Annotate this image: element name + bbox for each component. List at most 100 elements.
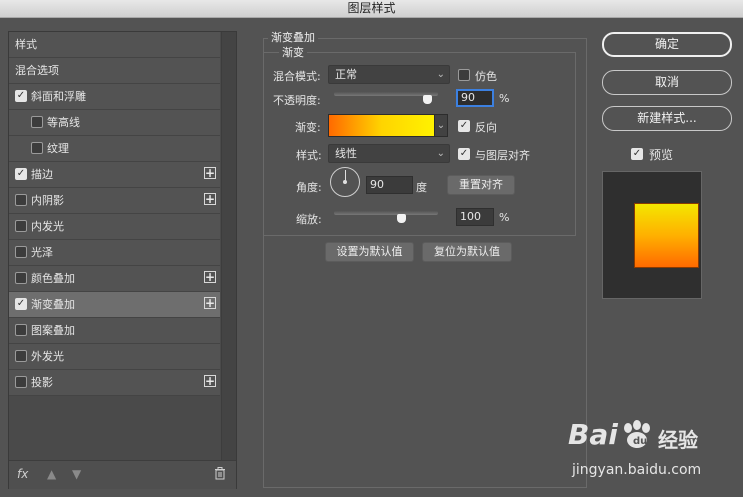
style-item-checkbox[interactable] xyxy=(15,246,27,258)
section-title: 渐变叠加 xyxy=(268,29,318,45)
style-list-item[interactable]: ✓ 斜面和浮雕 xyxy=(9,84,220,110)
style-list-item[interactable]: 内发光 xyxy=(9,214,220,240)
style-list-item[interactable]: 外发光 xyxy=(9,344,220,370)
reset-to-default-button[interactable]: 复位为默认值 xyxy=(422,242,512,262)
scale-slider[interactable] xyxy=(334,211,438,215)
style-item-checkbox[interactable] xyxy=(15,324,27,336)
scale-slider-thumb[interactable] xyxy=(396,214,406,223)
reverse-label: 反向 xyxy=(475,121,497,134)
angle-unit: 度 xyxy=(416,181,427,194)
opacity-slider-thumb[interactable] xyxy=(423,95,433,104)
style-list-item[interactable]: 颜色叠加 + xyxy=(9,266,220,292)
add-effect-icon[interactable]: + xyxy=(204,271,216,283)
preview-checkbox[interactable]: ✓ xyxy=(631,148,643,160)
watermark-brand: Bai xyxy=(568,418,618,451)
arrow-down-icon[interactable]: ▼ xyxy=(72,467,81,481)
style-item-label: 内发光 xyxy=(31,220,64,233)
style-preview xyxy=(602,171,702,299)
angle-input[interactable]: 90 xyxy=(366,176,413,194)
make-default-button[interactable]: 设置为默认值 xyxy=(325,242,414,262)
style-item-checkbox[interactable] xyxy=(15,376,27,388)
style-list-item[interactable]: 纹理 xyxy=(9,136,220,162)
style-label: 样式: xyxy=(296,149,322,162)
style-list-header-label: 混合选项 xyxy=(15,64,59,77)
gradient-picker[interactable]: ⌄ xyxy=(328,114,448,137)
style-list-item[interactable]: 混合选项 xyxy=(9,58,220,84)
reverse-checkbox[interactable]: ✓ xyxy=(458,120,470,132)
style-list-panel: 样式混合选项 ✓ 斜面和浮雕等高线纹理 ✓ 描边 + 内阴影 + 内发光光泽颜色叠加 + ✓ 渐变叠加… xyxy=(8,31,237,489)
align-with-layer-checkbox[interactable]: ✓ xyxy=(458,148,470,160)
style-item-label: 外发光 xyxy=(31,350,64,363)
style-list-item[interactable]: 内阴影 + xyxy=(9,188,220,214)
style-item-label: 纹理 xyxy=(47,142,69,155)
style-item-label: 渐变叠加 xyxy=(31,298,75,311)
svg-text:du: du xyxy=(633,436,647,447)
style-list-item[interactable]: 光泽 xyxy=(9,240,220,266)
style-item-label: 投影 xyxy=(31,376,53,389)
arrow-up-icon[interactable]: ▲ xyxy=(47,467,56,481)
gradient-style-value: 线性 xyxy=(335,147,357,160)
style-item-checkbox[interactable] xyxy=(15,272,27,284)
opacity-input[interactable]: 90 xyxy=(456,89,494,107)
window-title: 图层样式 xyxy=(347,1,396,15)
add-effect-icon[interactable]: + xyxy=(204,375,216,387)
fx-button[interactable]: fx xyxy=(17,467,28,481)
style-item-label: 光泽 xyxy=(31,246,53,259)
dither-checkbox[interactable] xyxy=(458,69,470,81)
blend-mode-select[interactable]: 正常 ⌄ xyxy=(328,65,450,84)
style-list-item[interactable]: 投影 + xyxy=(9,370,220,396)
add-effect-icon[interactable]: + xyxy=(204,167,216,179)
chevron-down-icon: ⌄ xyxy=(436,148,445,159)
gradient-style-select[interactable]: 线性 ⌄ xyxy=(328,144,450,163)
add-effect-icon[interactable]: + xyxy=(204,193,216,205)
new-style-button[interactable]: 新建样式... xyxy=(602,106,732,131)
style-item-label: 等高线 xyxy=(47,116,80,129)
style-item-checkbox[interactable]: ✓ xyxy=(15,90,27,102)
style-item-checkbox[interactable] xyxy=(15,220,27,232)
opacity-label: 不透明度: xyxy=(273,94,321,107)
scale-label: 缩放: xyxy=(296,213,322,226)
style-item-label: 图案叠加 xyxy=(31,324,75,337)
style-list-item[interactable]: ✓ 渐变叠加 + xyxy=(9,292,220,318)
style-list-item[interactable]: 图案叠加 xyxy=(9,318,220,344)
blend-mode-label: 混合模式: xyxy=(273,70,321,83)
style-item-checkbox[interactable] xyxy=(31,142,43,154)
watermark-brand-suffix: 经验 xyxy=(658,428,698,452)
add-effect-icon[interactable]: + xyxy=(204,297,216,309)
align-with-layer-label: 与图层对齐 xyxy=(475,149,530,162)
preview-label: 预览 xyxy=(649,148,674,162)
angle-label: 角度: xyxy=(296,181,322,194)
ok-button[interactable]: 确定 xyxy=(602,32,732,57)
style-list-scrollbar[interactable] xyxy=(221,32,236,460)
cancel-button[interactable]: 取消 xyxy=(602,70,732,95)
paw-icon: du xyxy=(620,420,654,453)
style-list-item[interactable]: 样式 xyxy=(9,32,220,58)
reset-alignment-button[interactable]: 重置对齐 xyxy=(447,175,515,195)
style-item-checkbox[interactable]: ✓ xyxy=(15,298,27,310)
style-item-label: 内阴影 xyxy=(31,194,64,207)
style-list-header-label: 样式 xyxy=(15,38,37,51)
scale-input[interactable]: 100 xyxy=(456,208,494,226)
angle-dial-center xyxy=(343,180,347,184)
opacity-unit: % xyxy=(499,92,510,105)
style-list-item[interactable]: ✓ 描边 + xyxy=(9,162,220,188)
style-item-checkbox[interactable] xyxy=(31,116,43,128)
dither-label: 仿色 xyxy=(475,70,497,83)
style-item-label: 斜面和浮雕 xyxy=(31,90,86,103)
blend-mode-value: 正常 xyxy=(335,68,357,81)
scale-unit: % xyxy=(499,211,510,224)
trash-icon[interactable] xyxy=(214,467,226,483)
window-titlebar: 图层样式 xyxy=(0,0,743,18)
angle-dial[interactable] xyxy=(330,167,360,197)
group-title: 渐变 xyxy=(279,44,307,60)
chevron-down-icon[interactable]: ⌄ xyxy=(434,114,448,137)
style-item-checkbox[interactable] xyxy=(15,194,27,206)
style-item-checkbox[interactable] xyxy=(15,350,27,362)
style-list-toolbar: fx ▲ ▼ xyxy=(9,460,236,489)
preview-swatch xyxy=(634,203,699,268)
chevron-down-icon: ⌄ xyxy=(436,69,445,80)
style-list-item[interactable]: 等高线 xyxy=(9,110,220,136)
style-item-label: 颜色叠加 xyxy=(31,272,75,285)
style-item-checkbox[interactable]: ✓ xyxy=(15,168,27,180)
style-item-label: 描边 xyxy=(31,168,53,181)
